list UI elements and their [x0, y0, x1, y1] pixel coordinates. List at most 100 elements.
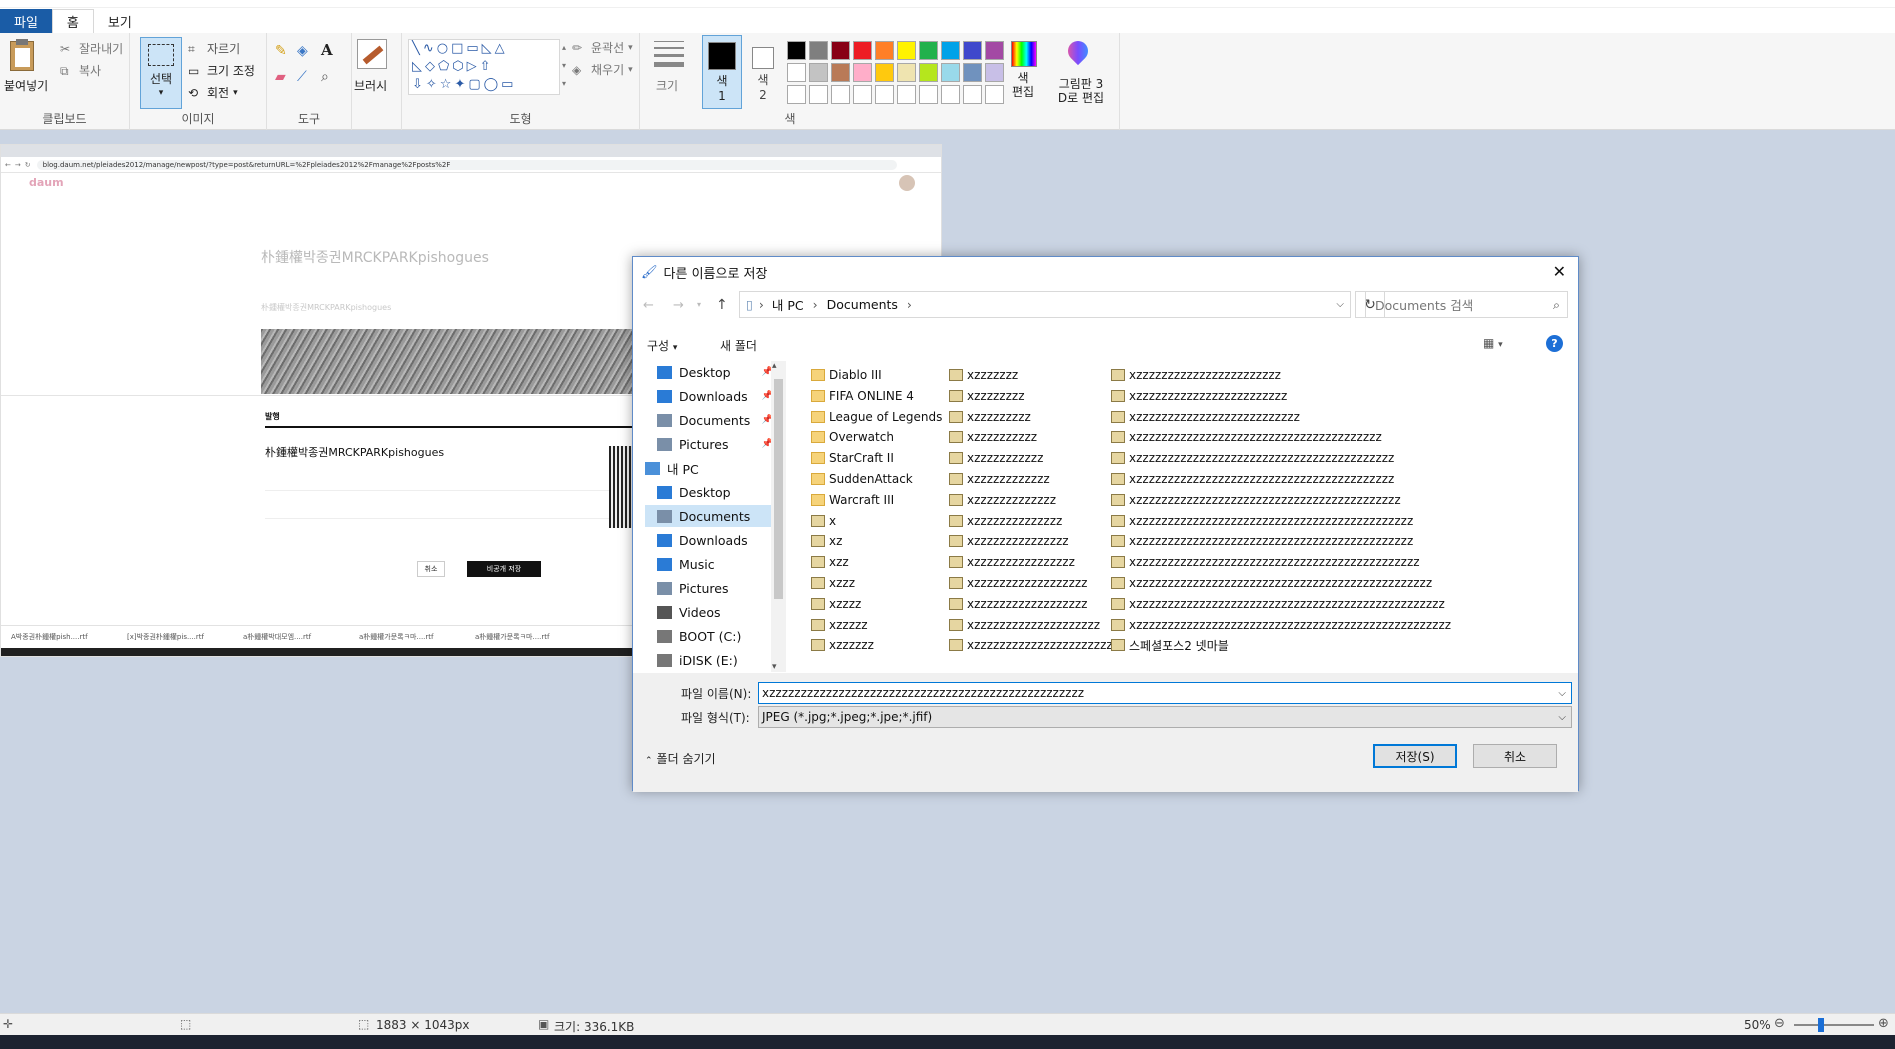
file-item[interactable]: x	[811, 511, 836, 531]
magnifier-icon[interactable]: ⌕	[321, 69, 329, 85]
close-icon[interactable]: ✕	[1553, 262, 1566, 281]
forward-arrow-icon[interactable]: →	[673, 298, 684, 313]
hide-folders-button[interactable]: ⌃ 폴더 숨기기	[645, 750, 716, 767]
file-item[interactable]: xzzzzzzzzzzzzzzzzzzzzzzzzzzzzzzzzzzzzzzz…	[1111, 573, 1432, 593]
nav-item[interactable]: 내 PC	[645, 457, 773, 479]
download-item[interactable]: a朴鍾權가문록ㅋ마....rtf	[475, 632, 549, 642]
save-private-button[interactable]: 비공개 저장	[467, 561, 541, 577]
zoom-slider[interactable]	[1794, 1024, 1874, 1026]
color-swatch[interactable]	[941, 63, 960, 82]
nav-item[interactable]: Desktop	[645, 481, 773, 503]
shapes-scroll[interactable]: ▴ ▾ ▾	[562, 39, 570, 95]
up-arrow-icon[interactable]: ↑	[716, 297, 728, 313]
zoom-out-icon[interactable]: ⊖	[1774, 1016, 1785, 1031]
color-swatch[interactable]	[941, 41, 960, 60]
color-swatch[interactable]	[831, 41, 850, 60]
address-bar[interactable]: ▯ › 내 PC › Documents › ⌵	[739, 291, 1351, 318]
crop-button[interactable]: ⌗ 자르기	[188, 40, 240, 57]
color-swatch[interactable]	[787, 85, 806, 104]
color-swatch[interactable]	[985, 41, 1004, 60]
new-folder-button[interactable]: 새 폴더	[720, 337, 757, 354]
fill-bucket-icon[interactable]: ◈	[297, 43, 308, 59]
chevron-down-icon[interactable]: ⌵	[1558, 712, 1566, 723]
file-item[interactable]: xzzzzzzzzzzzzzzzzzz	[949, 573, 1087, 593]
color-swatch[interactable]	[809, 85, 828, 104]
resize-button[interactable]: ▭ 크기 조정	[188, 62, 255, 79]
nav-item[interactable]: Pictures	[645, 577, 773, 599]
nav-item[interactable]: Music	[645, 553, 773, 575]
size-label[interactable]: 크기	[656, 77, 678, 94]
download-item[interactable]: [x]박종권朴鍾權pis....rtf	[127, 632, 204, 642]
file-item[interactable]: xzzzzzzzzz	[949, 407, 1031, 427]
file-item[interactable]: xzzzzzzzzzzzzzzzzzzzzzzzz	[1111, 386, 1287, 406]
edit-colors-label[interactable]: 색 편집	[1000, 71, 1046, 99]
zoom-in-icon[interactable]: ⊕	[1878, 1016, 1889, 1031]
file-item[interactable]: xz	[811, 531, 842, 551]
nav-item[interactable]: Downloads	[645, 529, 773, 551]
back-arrow-icon[interactable]: ←	[643, 298, 654, 313]
zoom-slider-thumb[interactable]	[1818, 1018, 1824, 1032]
file-item[interactable]: xzzzzzzzzzzzzzzzzzzzzzzzzzzzzzzzzzzzzzzz…	[1111, 469, 1394, 489]
file-item[interactable]: xzzzzzz	[811, 635, 874, 655]
nav-item[interactable]: BOOT (C:)	[645, 625, 773, 647]
file-item[interactable]: xzzzzzzzzzzzzzzzzzzzzzzzzzz	[1111, 407, 1300, 427]
file-item[interactable]: xzzzzz	[811, 615, 868, 635]
paint3d-icon[interactable]	[1063, 36, 1093, 67]
file-item[interactable]: xzzzzzzzzzzzzzz	[949, 511, 1062, 531]
recent-dropdown-icon[interactable]: ▾	[697, 300, 701, 309]
download-item[interactable]: A박종권朴鍾權pish....rtf	[11, 632, 88, 642]
text-icon[interactable]: A	[321, 41, 333, 59]
file-item[interactable]: xzzzzzzzzzzz	[949, 448, 1043, 468]
file-item[interactable]: xzzzzzzzzzzzzzzzzzzzzzzzzzzzzzzzzzzzzzzz…	[1111, 615, 1451, 635]
color2-button[interactable]: 색 2	[746, 35, 782, 109]
file-item[interactable]: xzzzzzzzzzzzzzzzzzzzzzzzzzzzzzzzzzzzzzzz…	[1111, 552, 1420, 572]
color-swatch[interactable]	[787, 63, 806, 82]
file-item[interactable]: xzzzzzzzzzzzzzzzzzzzzzzzzzzzzzzzzzzzzzzz…	[1111, 448, 1394, 468]
color-swatch[interactable]	[897, 41, 916, 60]
file-item[interactable]: FIFA ONLINE 4	[811, 386, 914, 406]
color-swatch[interactable]	[875, 41, 894, 60]
file-item[interactable]: SuddenAttack	[811, 469, 913, 489]
filetype-select[interactable]: JPEG (*.jpg;*.jpeg;*.jpe;*.jfif) ⌵	[758, 706, 1572, 728]
navigation-scrollbar[interactable]: ▴ ▾	[771, 361, 786, 672]
color-swatch[interactable]	[875, 85, 894, 104]
color-swatch[interactable]	[853, 41, 872, 60]
file-item[interactable]: xzzzzzzzzzzzzzzzzzzzzzzz	[1111, 365, 1281, 385]
nav-item[interactable]: Documents 📌	[645, 409, 773, 431]
search-input[interactable]: Documents 검색 ⌕	[1365, 291, 1568, 318]
file-item[interactable]: xzzzzzzzzzzzzzzzzzzzzzzzzzzzzzzzzzzzzzzz…	[1111, 511, 1413, 531]
color-swatch[interactable]	[853, 63, 872, 82]
address-dropdown-icon[interactable]: ⌵	[1336, 299, 1344, 310]
shapes-gallery[interactable]: ╲∿○□▭◺△ ◺◇⬠⬡▷⇧ ⇩✧☆✦▢◯▭	[408, 39, 560, 95]
nav-item[interactable]: iDISK (E:)	[645, 649, 773, 671]
color-swatch[interactable]	[897, 85, 916, 104]
copy-button[interactable]: ⧉ 복사	[60, 62, 101, 79]
color-swatch[interactable]	[963, 41, 982, 60]
color-swatch[interactable]	[963, 85, 982, 104]
pencil-icon[interactable]: ✎	[275, 43, 287, 59]
fill-button[interactable]: ◈ 채우기 ▾	[572, 61, 633, 78]
nav-item[interactable]: Documents	[645, 505, 773, 527]
cut-button[interactable]: ✂ 잘라내기	[60, 40, 123, 57]
paint3d-label[interactable]: 그림판 3 D로 편집	[1052, 77, 1110, 105]
color-picker-icon[interactable]: ⟋	[297, 69, 307, 85]
breadcrumb-pc[interactable]: 내 PC	[772, 295, 804, 314]
nav-item[interactable]: Videos	[645, 601, 773, 623]
view-options-icon[interactable]: ▦ ▾	[1483, 336, 1503, 350]
edit-colors-icon[interactable]	[1011, 41, 1037, 67]
download-item[interactable]: a朴鍾權가문록ㅋ마....rtf	[359, 632, 433, 642]
file-item[interactable]: xzzzzzzzzzzzzzzzzzz	[949, 594, 1087, 614]
file-item[interactable]: xzzzzzzzzzzzz	[949, 469, 1050, 489]
file-item[interactable]: xzzzzzzzzzzzzzzzzzzzzzzzzzzzzzzzzzzzzzzz…	[1111, 594, 1445, 614]
file-item[interactable]: League of Legends	[811, 407, 942, 427]
file-item[interactable]: xzzzzzzzzzz	[949, 427, 1037, 447]
file-item[interactable]: xzz	[811, 552, 849, 572]
color-swatch[interactable]	[875, 63, 894, 82]
nav-item[interactable]: Pictures 📌	[645, 433, 773, 455]
file-item[interactable]: xzzzzzzzzzzzzzzzzzzzzzzzzzzzzzzzzzzzzzzz…	[1111, 531, 1413, 551]
rotate-button[interactable]: ⟲ 회전 ▾	[188, 84, 238, 101]
color-swatch[interactable]	[963, 63, 982, 82]
chevron-down-icon[interactable]: ⌵	[1558, 688, 1566, 699]
menu-view[interactable]: 보기	[94, 9, 146, 33]
brush-icon[interactable]	[357, 39, 387, 69]
